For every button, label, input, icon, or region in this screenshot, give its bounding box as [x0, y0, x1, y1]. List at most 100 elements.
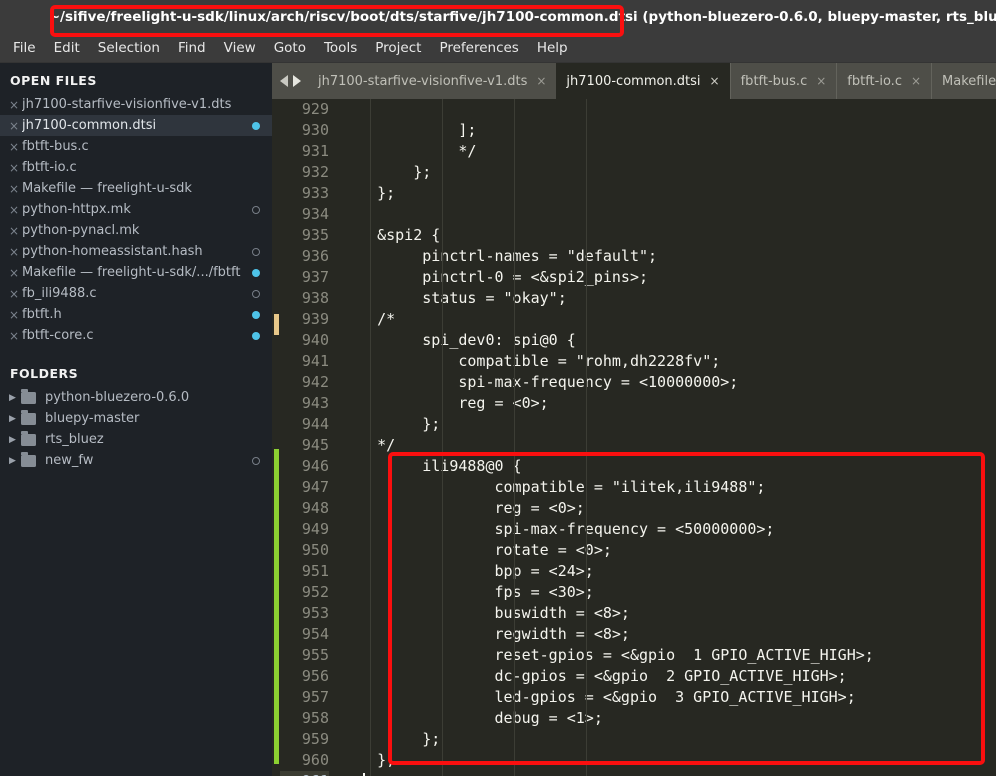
code-line[interactable]: &spi2 {	[350, 225, 996, 246]
folder-item[interactable]: ▶ new_fw	[0, 450, 272, 471]
editor-tab[interactable]: jh7100-common.dtsi ×	[556, 63, 730, 99]
editor-tab[interactable]: fbtft-io.c ×	[836, 63, 931, 99]
code-line[interactable]: };	[350, 162, 996, 183]
menu-item-preferences[interactable]: Preferences	[430, 36, 527, 60]
tab-close-icon[interactable]: ×	[911, 74, 921, 88]
code-line[interactable]: pinctrl-0 = <&spi2_pins>;	[350, 267, 996, 288]
code-line[interactable]: reset-gpios = <&gpio 1 GPIO_ACTIVE_HIGH>…	[350, 645, 996, 666]
code-line[interactable]: spi_dev0: spi@0 {	[350, 330, 996, 351]
chevron-right-icon[interactable]: ▶	[9, 435, 21, 445]
menu-item-tools[interactable]: Tools	[315, 36, 366, 60]
open-file-item[interactable]: × python-pynacl.mk	[0, 220, 272, 241]
open-file-item[interactable]: × fbtft-bus.c	[0, 136, 272, 157]
menu-item-selection[interactable]: Selection	[89, 36, 169, 60]
open-file-item[interactable]: × fbtft-io.c	[0, 157, 272, 178]
line-number: 942	[301, 373, 329, 391]
sidebar-divider-gap	[0, 346, 272, 362]
tab-next-arrow-icon[interactable]	[293, 75, 301, 87]
window-title: ~/sifive/freelight-u-sdk/linux/arch/risc…	[48, 9, 996, 25]
open-file-item[interactable]: × python-homeassistant.hash	[0, 241, 272, 262]
modified-status-icon	[252, 247, 260, 256]
tab-close-icon[interactable]: ×	[536, 74, 546, 88]
code-line[interactable]: };	[350, 414, 996, 435]
code-line[interactable]: pinctrl-names = "default";	[350, 246, 996, 267]
tab-nav-arrows[interactable]	[272, 63, 308, 99]
code-line[interactable]: fps = <30>;	[350, 582, 996, 603]
code-line[interactable]: reg = <0>;	[350, 393, 996, 414]
code-line[interactable]: compatible = "rohm,dh2228fv";	[350, 351, 996, 372]
close-icon[interactable]: ×	[9, 266, 22, 280]
chevron-right-icon[interactable]: ▶	[9, 414, 21, 424]
line-number: 957	[301, 688, 329, 706]
editor-tab[interactable]: jh7100-starfive-visionfive-v1.dts ×	[308, 63, 556, 99]
code-line[interactable]: ili9488@0 {	[350, 456, 996, 477]
folder-item[interactable]: ▶ python-bluezero-0.6.0	[0, 387, 272, 408]
open-file-item[interactable]: × fbtft-core.c	[0, 325, 272, 346]
menu-item-file[interactable]: File	[4, 36, 45, 60]
code-line[interactable]: status = "okay";	[350, 288, 996, 309]
close-icon[interactable]: ×	[9, 98, 22, 112]
line-number: 948	[301, 499, 329, 517]
open-file-item[interactable]: × fb_ili9488.c	[0, 283, 272, 304]
tab-close-icon[interactable]: ×	[710, 74, 720, 88]
close-icon[interactable]: ×	[9, 203, 22, 217]
code-line[interactable]: */	[350, 435, 996, 456]
code-line[interactable]: reg = <0>;	[350, 498, 996, 519]
code-line[interactable]: regwidth = <8>;	[350, 624, 996, 645]
code-line[interactable]: compatible = "ilitek,ili9488";	[350, 477, 996, 498]
indent-guide	[586, 99, 587, 776]
menu-item-goto[interactable]: Goto	[265, 36, 315, 60]
tab-close-icon[interactable]: ×	[816, 74, 826, 88]
close-icon[interactable]: ×	[9, 140, 22, 154]
menu-item-edit[interactable]: Edit	[45, 36, 89, 60]
folder-item[interactable]: ▶ rts_bluez	[0, 429, 272, 450]
code-line[interactable]: };	[350, 750, 996, 771]
open-file-item[interactable]: × Makefile — freelight-u-sdk	[0, 178, 272, 199]
code-line[interactable]	[350, 204, 996, 225]
code-line[interactable]: ];	[350, 120, 996, 141]
code-editor[interactable]: 929 930 931 932 933 934 935 936 937 938 939 940 941 9…	[272, 99, 996, 776]
code-lines[interactable]: ]; */ }; }; &spi2 { pinctrl-names = "def…	[338, 99, 996, 776]
close-icon[interactable]: ×	[9, 224, 22, 238]
code-line[interactable]	[350, 771, 996, 776]
menu-item-view[interactable]: View	[215, 36, 265, 60]
code-line[interactable]: };	[350, 183, 996, 204]
close-icon[interactable]: ×	[9, 161, 22, 175]
code-line[interactable]: rotate = <0>;	[350, 540, 996, 561]
code-line[interactable]: led-gpios = <&gpio 3 GPIO_ACTIVE_HIGH>;	[350, 687, 996, 708]
code-line[interactable]: spi-max-frequency = <10000000>;	[350, 372, 996, 393]
chevron-right-icon[interactable]: ▶	[9, 456, 21, 466]
code-line[interactable]: buswidth = <8>;	[350, 603, 996, 624]
tab-prev-arrow-icon[interactable]	[280, 75, 288, 87]
close-icon[interactable]: ×	[9, 245, 22, 259]
editor-tab[interactable]: Makefile — freelig	[931, 63, 996, 99]
open-file-item[interactable]: × jh7100-common.dtsi	[0, 115, 272, 136]
code-line[interactable]: dc-gpios = <&gpio 2 GPIO_ACTIVE_HIGH>;	[350, 666, 996, 687]
menu-item-help[interactable]: Help	[528, 36, 577, 60]
close-icon[interactable]: ×	[9, 182, 22, 196]
editor-tab[interactable]: fbtft-bus.c ×	[729, 63, 837, 99]
line-number: 956	[301, 667, 329, 685]
sidebar[interactable]: OPEN FILES × jh7100-starfive-visionfive-v…	[0, 63, 272, 776]
open-file-item[interactable]: × python-httpx.mk	[0, 199, 272, 220]
menu-item-project[interactable]: Project	[366, 36, 430, 60]
open-file-item[interactable]: × Makefile — freelight-u-sdk/.../fbtft	[0, 262, 272, 283]
close-icon[interactable]: ×	[9, 287, 22, 301]
code-line[interactable]: };	[350, 729, 996, 750]
code-line[interactable]: bpp = <24>;	[350, 561, 996, 582]
menu-item-find[interactable]: Find	[169, 36, 215, 60]
folder-item[interactable]: ▶ bluepy-master	[0, 408, 272, 429]
open-file-item[interactable]: × jh7100-starfive-visionfive-v1.dts	[0, 94, 272, 115]
code-line[interactable]: /*	[350, 309, 996, 330]
open-files-list: × jh7100-starfive-visionfive-v1.dts × jh710…	[0, 94, 272, 346]
close-icon[interactable]: ×	[9, 308, 22, 322]
close-icon[interactable]: ×	[9, 329, 22, 343]
code-line[interactable]: */	[350, 141, 996, 162]
line-number: 959	[301, 730, 329, 748]
open-file-item[interactable]: × fbtft.h	[0, 304, 272, 325]
code-line[interactable]: debug = <1>;	[350, 708, 996, 729]
code-line[interactable]	[350, 99, 996, 120]
chevron-right-icon[interactable]: ▶	[9, 393, 21, 403]
close-icon[interactable]: ×	[9, 119, 22, 133]
code-line[interactable]: spi-max-frequency = <50000000>;	[350, 519, 996, 540]
